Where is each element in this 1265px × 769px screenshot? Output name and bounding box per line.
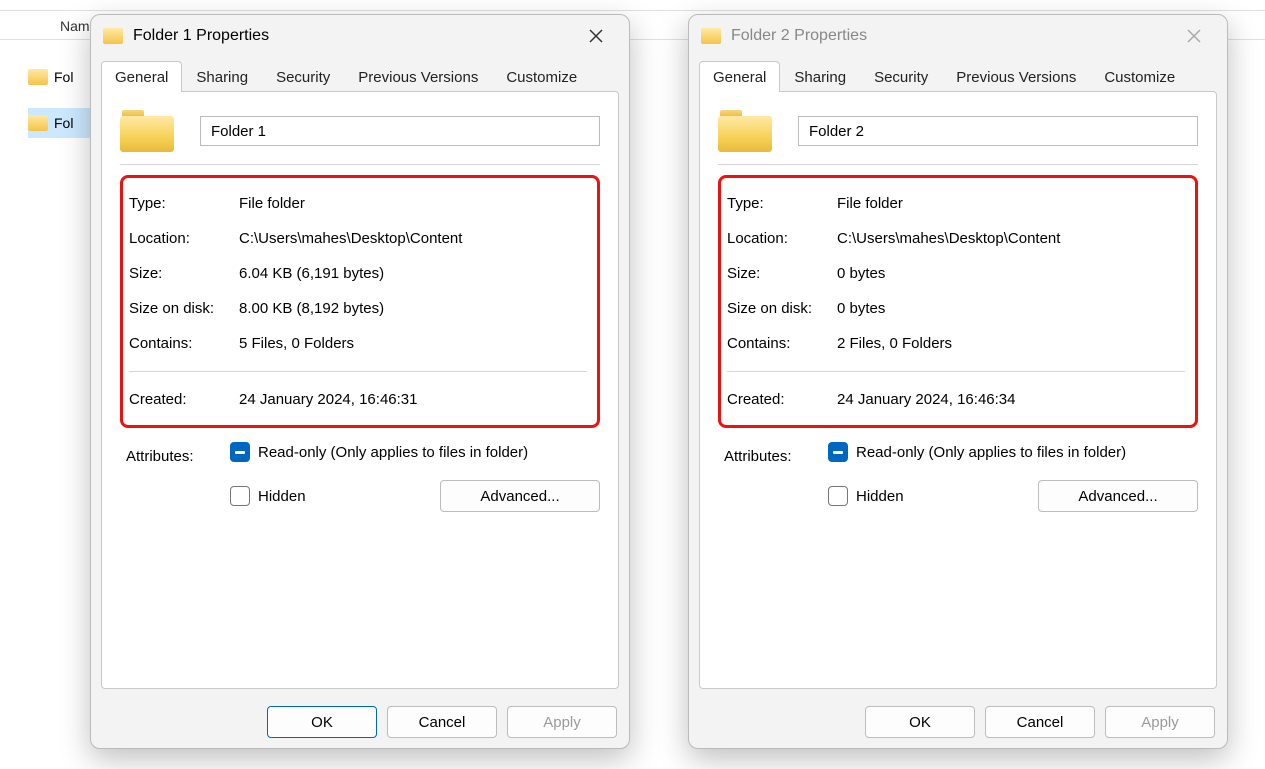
advanced-button[interactable]: Advanced... [440, 480, 600, 512]
dialog-button-row: OK Cancel Apply [267, 706, 617, 738]
size-value: 0 bytes [837, 265, 1185, 282]
tab-general[interactable]: General [699, 61, 780, 92]
readonly-label: Read-only (Only applies to files in fold… [258, 444, 528, 461]
size-on-disk-label: Size on disk: [129, 300, 239, 317]
location-label: Location: [129, 230, 239, 247]
tab-customize[interactable]: Customize [492, 61, 591, 92]
ok-button[interactable]: OK [865, 706, 975, 738]
hidden-label: Hidden [856, 488, 904, 505]
column-name-header[interactable]: Nam [60, 18, 90, 34]
tab-sharing[interactable]: Sharing [780, 61, 860, 92]
row-label: Fol [54, 115, 73, 131]
location-value: C:\Users\mahes\Desktop\Content [837, 230, 1185, 247]
cancel-button[interactable]: Cancel [985, 706, 1095, 738]
separator [120, 164, 600, 165]
readonly-checkbox[interactable] [828, 442, 848, 462]
dialog-button-row: OK Cancel Apply [865, 706, 1215, 738]
folder-icon [28, 69, 48, 85]
hidden-checkbox[interactable] [828, 486, 848, 506]
contains-value: 2 Files, 0 Folders [837, 335, 1185, 352]
contains-label: Contains: [727, 335, 837, 352]
titlebar[interactable]: Folder 2 Properties [689, 15, 1227, 57]
created-label: Created: [727, 391, 837, 408]
titlebar[interactable]: Folder 1 Properties [91, 15, 629, 57]
tab-general[interactable]: General [101, 61, 182, 92]
tab-security[interactable]: Security [262, 61, 344, 92]
separator [129, 371, 587, 372]
size-on-disk-value: 0 bytes [837, 300, 1185, 317]
properties-dialog-folder1: Folder 1 Properties General Sharing Secu… [90, 14, 630, 749]
size-value: 6.04 KB (6,191 bytes) [239, 265, 587, 282]
properties-dialog-folder2: Folder 2 Properties General Sharing Secu… [688, 14, 1228, 749]
created-label: Created: [129, 391, 239, 408]
tab-sharing[interactable]: Sharing [182, 61, 262, 92]
readonly-label: Read-only (Only applies to files in fold… [856, 444, 1126, 461]
folder-icon [28, 115, 48, 131]
cancel-button[interactable]: Cancel [387, 706, 497, 738]
attributes-label: Attributes: [120, 442, 230, 512]
created-value: 24 January 2024, 16:46:34 [837, 391, 1185, 408]
type-value: File folder [239, 195, 587, 212]
tab-row: General Sharing Security Previous Versio… [91, 57, 629, 91]
window-title: Folder 2 Properties [731, 27, 1171, 45]
size-on-disk-value: 8.00 KB (8,192 bytes) [239, 300, 587, 317]
tab-page-general: Type:File folder Location:C:\Users\mahes… [101, 91, 619, 689]
readonly-checkbox[interactable] [230, 442, 250, 462]
apply-button[interactable]: Apply [507, 706, 617, 738]
location-label: Location: [727, 230, 837, 247]
explorer-row[interactable]: Fol [28, 62, 98, 92]
hidden-checkbox[interactable] [230, 486, 250, 506]
close-icon [1187, 29, 1201, 43]
folder-icon [701, 28, 721, 44]
folder-name-input[interactable] [200, 116, 600, 146]
tab-customize[interactable]: Customize [1090, 61, 1189, 92]
separator [718, 164, 1198, 165]
highlighted-details-box: Type:File folder Location:C:\Users\mahes… [120, 175, 600, 428]
location-value: C:\Users\mahes\Desktop\Content [239, 230, 587, 247]
type-value: File folder [837, 195, 1185, 212]
tab-page-general: Type:File folder Location:C:\Users\mahes… [699, 91, 1217, 689]
contains-value: 5 Files, 0 Folders [239, 335, 587, 352]
folder-icon [103, 28, 123, 44]
highlighted-details-box: Type:File folder Location:C:\Users\mahes… [718, 175, 1198, 428]
size-label: Size: [129, 265, 239, 282]
hidden-label: Hidden [258, 488, 306, 505]
folder-name-input[interactable] [798, 116, 1198, 146]
explorer-row-selected[interactable]: Fol [28, 108, 98, 138]
row-label: Fol [54, 69, 73, 85]
advanced-button[interactable]: Advanced... [1038, 480, 1198, 512]
window-title: Folder 1 Properties [133, 27, 573, 45]
attributes-label: Attributes: [718, 442, 828, 512]
tab-security[interactable]: Security [860, 61, 942, 92]
created-value: 24 January 2024, 16:46:31 [239, 391, 587, 408]
size-on-disk-label: Size on disk: [727, 300, 837, 317]
tab-previous-versions[interactable]: Previous Versions [344, 61, 492, 92]
tab-row: General Sharing Security Previous Versio… [689, 57, 1227, 91]
folder-large-icon [120, 110, 174, 152]
close-icon [589, 29, 603, 43]
type-label: Type: [727, 195, 837, 212]
separator [727, 371, 1185, 372]
folder-large-icon [718, 110, 772, 152]
close-button[interactable] [573, 20, 619, 52]
contains-label: Contains: [129, 335, 239, 352]
apply-button[interactable]: Apply [1105, 706, 1215, 738]
type-label: Type: [129, 195, 239, 212]
close-button[interactable] [1171, 20, 1217, 52]
size-label: Size: [727, 265, 837, 282]
tab-previous-versions[interactable]: Previous Versions [942, 61, 1090, 92]
ok-button[interactable]: OK [267, 706, 377, 738]
